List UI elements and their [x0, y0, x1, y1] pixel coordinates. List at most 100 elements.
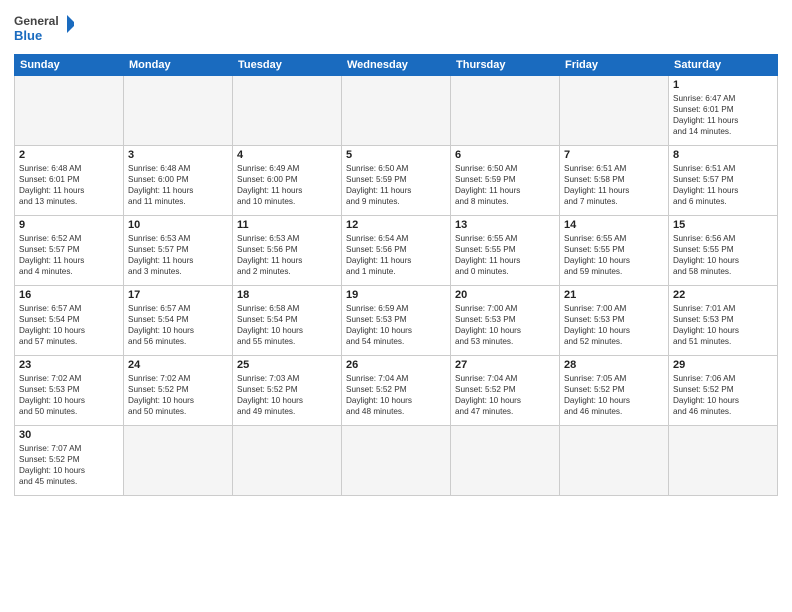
calendar-week-2: 2Sunrise: 6:48 AM Sunset: 6:01 PM Daylig…	[15, 146, 778, 216]
weekday-header-saturday: Saturday	[669, 55, 778, 76]
day-info: Sunrise: 7:03 AM Sunset: 5:52 PM Dayligh…	[237, 373, 337, 417]
calendar-cell: 9Sunrise: 6:52 AM Sunset: 5:57 PM Daylig…	[15, 216, 124, 286]
day-number: 5	[346, 149, 446, 161]
day-number: 9	[19, 219, 119, 231]
day-number: 4	[237, 149, 337, 161]
calendar-cell: 20Sunrise: 7:00 AM Sunset: 5:53 PM Dayli…	[451, 286, 560, 356]
day-number: 1	[673, 79, 773, 91]
calendar-cell: 12Sunrise: 6:54 AM Sunset: 5:56 PM Dayli…	[342, 216, 451, 286]
day-number: 12	[346, 219, 446, 231]
day-number: 2	[19, 149, 119, 161]
calendar-cell	[124, 426, 233, 496]
calendar-cell	[233, 76, 342, 146]
weekday-header-wednesday: Wednesday	[342, 55, 451, 76]
calendar-cell	[451, 76, 560, 146]
calendar-week-4: 16Sunrise: 6:57 AM Sunset: 5:54 PM Dayli…	[15, 286, 778, 356]
calendar-week-1: 1 Sunrise: 6:47 AM Sunset: 6:01 PM Daylig…	[15, 76, 778, 146]
day-number: 28	[564, 359, 664, 371]
calendar-cell	[342, 426, 451, 496]
day-info: Sunrise: 7:02 AM Sunset: 5:52 PM Dayligh…	[128, 373, 228, 417]
day-number: 25	[237, 359, 337, 371]
day-info: Sunrise: 6:55 AM Sunset: 5:55 PM Dayligh…	[564, 233, 664, 277]
day-info: Sunrise: 6:49 AM Sunset: 6:00 PM Dayligh…	[237, 163, 337, 207]
day-number: 30	[19, 429, 119, 441]
weekday-header-thursday: Thursday	[451, 55, 560, 76]
day-info: Sunrise: 6:56 AM Sunset: 5:55 PM Dayligh…	[673, 233, 773, 277]
calendar-week-6: 30 Sunrise: 7:07 AM Sunset: 5:52 PM Dayli…	[15, 426, 778, 496]
weekday-header-monday: Monday	[124, 55, 233, 76]
day-number: 24	[128, 359, 228, 371]
day-info: Sunrise: 6:57 AM Sunset: 5:54 PM Dayligh…	[128, 303, 228, 347]
calendar-cell: 19Sunrise: 6:59 AM Sunset: 5:53 PM Dayli…	[342, 286, 451, 356]
calendar-week-3: 9Sunrise: 6:52 AM Sunset: 5:57 PM Daylig…	[15, 216, 778, 286]
weekday-header-tuesday: Tuesday	[233, 55, 342, 76]
calendar-cell: 26Sunrise: 7:04 AM Sunset: 5:52 PM Dayli…	[342, 356, 451, 426]
calendar-cell: 30 Sunrise: 7:07 AM Sunset: 5:52 PM Dayli…	[15, 426, 124, 496]
day-number: 22	[673, 289, 773, 301]
day-info: Sunrise: 6:53 AM Sunset: 5:57 PM Dayligh…	[128, 233, 228, 277]
calendar-cell	[233, 426, 342, 496]
calendar-cell	[124, 76, 233, 146]
day-number: 7	[564, 149, 664, 161]
day-info: Sunrise: 6:47 AM Sunset: 6:01 PM Dayligh…	[673, 93, 773, 137]
day-number: 11	[237, 219, 337, 231]
page-header: General Blue	[14, 10, 778, 48]
calendar-cell: 13Sunrise: 6:55 AM Sunset: 5:55 PM Dayli…	[451, 216, 560, 286]
day-number: 23	[19, 359, 119, 371]
day-info: Sunrise: 6:51 AM Sunset: 5:57 PM Dayligh…	[673, 163, 773, 207]
day-info: Sunrise: 7:06 AM Sunset: 5:52 PM Dayligh…	[673, 373, 773, 417]
calendar-cell: 28 Sunrise: 7:05 AM Sunset: 5:52 PM Dayli…	[560, 356, 669, 426]
svg-text:General: General	[14, 14, 59, 28]
day-number: 17	[128, 289, 228, 301]
calendar-cell: 15Sunrise: 6:56 AM Sunset: 5:55 PM Dayli…	[669, 216, 778, 286]
day-info: Sunrise: 6:50 AM Sunset: 5:59 PM Dayligh…	[346, 163, 446, 207]
calendar-cell: 21Sunrise: 7:00 AM Sunset: 5:53 PM Dayli…	[560, 286, 669, 356]
calendar-cell: 29 Sunrise: 7:06 AM Sunset: 5:52 PM Dayli…	[669, 356, 778, 426]
day-number: 29	[673, 359, 773, 371]
day-info: Sunrise: 6:48 AM Sunset: 6:00 PM Dayligh…	[128, 163, 228, 207]
day-info: Sunrise: 6:58 AM Sunset: 5:54 PM Dayligh…	[237, 303, 337, 347]
calendar-cell: 2Sunrise: 6:48 AM Sunset: 6:01 PM Daylig…	[15, 146, 124, 216]
day-info: Sunrise: 7:01 AM Sunset: 5:53 PM Dayligh…	[673, 303, 773, 347]
calendar-cell: 10 Sunrise: 6:53 AM Sunset: 5:57 PM Dayli…	[124, 216, 233, 286]
svg-text:Blue: Blue	[14, 28, 42, 43]
day-info: Sunrise: 7:00 AM Sunset: 5:53 PM Dayligh…	[455, 303, 555, 347]
day-info: Sunrise: 7:05 AM Sunset: 5:52 PM Dayligh…	[564, 373, 664, 417]
weekday-header-friday: Friday	[560, 55, 669, 76]
calendar-week-5: 23 Sunrise: 7:02 AM Sunset: 5:53 PM Dayli…	[15, 356, 778, 426]
calendar-cell: 25 Sunrise: 7:03 AM Sunset: 5:52 PM Dayli…	[233, 356, 342, 426]
calendar-cell	[560, 76, 669, 146]
day-number: 18	[237, 289, 337, 301]
day-info: Sunrise: 6:57 AM Sunset: 5:54 PM Dayligh…	[19, 303, 119, 347]
calendar-cell: 8 Sunrise: 6:51 AM Sunset: 5:57 PM Daylig…	[669, 146, 778, 216]
day-info: Sunrise: 7:00 AM Sunset: 5:53 PM Dayligh…	[564, 303, 664, 347]
day-info: Sunrise: 7:07 AM Sunset: 5:52 PM Dayligh…	[19, 443, 119, 487]
generalblue-logo: General Blue	[14, 10, 74, 48]
calendar-cell: 24 Sunrise: 7:02 AM Sunset: 5:52 PM Dayli…	[124, 356, 233, 426]
day-info: Sunrise: 6:53 AM Sunset: 5:56 PM Dayligh…	[237, 233, 337, 277]
day-number: 13	[455, 219, 555, 231]
calendar-cell: 22 Sunrise: 7:01 AM Sunset: 5:53 PM Dayli…	[669, 286, 778, 356]
calendar-cell: 7Sunrise: 6:51 AM Sunset: 5:58 PM Daylig…	[560, 146, 669, 216]
calendar-cell: 3 Sunrise: 6:48 AM Sunset: 6:00 PM Daylig…	[124, 146, 233, 216]
day-info: Sunrise: 7:02 AM Sunset: 5:53 PM Dayligh…	[19, 373, 119, 417]
calendar-cell	[342, 76, 451, 146]
calendar-cell: 16Sunrise: 6:57 AM Sunset: 5:54 PM Dayli…	[15, 286, 124, 356]
calendar-table: SundayMondayTuesdayWednesdayThursdayFrid…	[14, 54, 778, 496]
calendar-cell	[451, 426, 560, 496]
day-number: 10	[128, 219, 228, 231]
calendar-cell: 5 Sunrise: 6:50 AM Sunset: 5:59 PM Daylig…	[342, 146, 451, 216]
calendar-cell	[560, 426, 669, 496]
calendar-cell: 11 Sunrise: 6:53 AM Sunset: 5:56 PM Dayli…	[233, 216, 342, 286]
weekday-header-row: SundayMondayTuesdayWednesdayThursdayFrid…	[15, 55, 778, 76]
calendar-cell: 23 Sunrise: 7:02 AM Sunset: 5:53 PM Dayli…	[15, 356, 124, 426]
calendar-cell: 4 Sunrise: 6:49 AM Sunset: 6:00 PM Daylig…	[233, 146, 342, 216]
day-number: 3	[128, 149, 228, 161]
day-info: Sunrise: 6:50 AM Sunset: 5:59 PM Dayligh…	[455, 163, 555, 207]
weekday-header-sunday: Sunday	[15, 55, 124, 76]
day-number: 8	[673, 149, 773, 161]
day-number: 27	[455, 359, 555, 371]
day-info: Sunrise: 6:59 AM Sunset: 5:53 PM Dayligh…	[346, 303, 446, 347]
calendar-cell	[669, 426, 778, 496]
day-info: Sunrise: 7:04 AM Sunset: 5:52 PM Dayligh…	[346, 373, 446, 417]
